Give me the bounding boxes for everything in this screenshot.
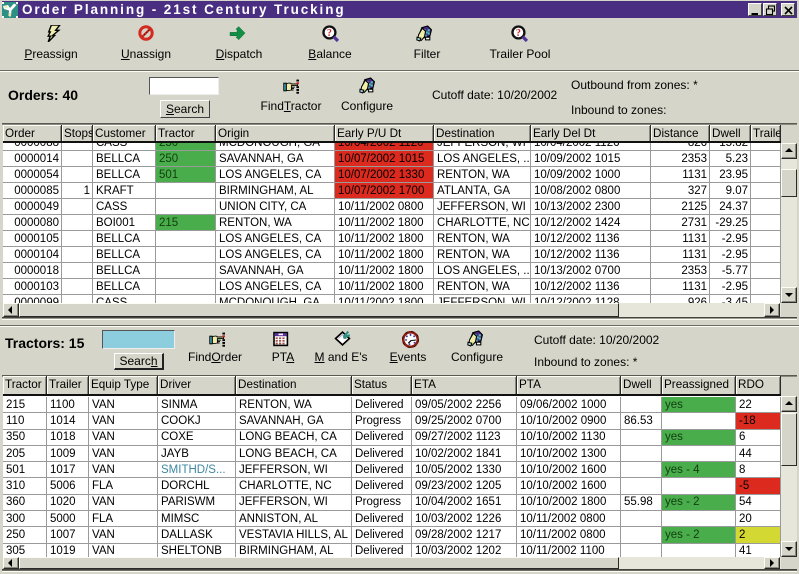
svg-text:?: ?	[327, 28, 332, 39]
svg-text:?: ?	[516, 28, 521, 39]
